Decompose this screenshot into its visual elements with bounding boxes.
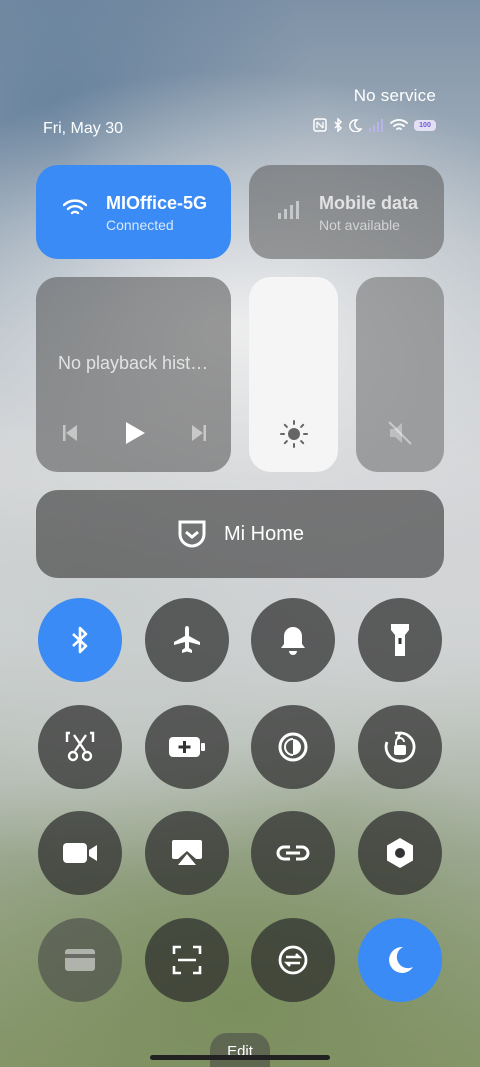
mobile-data-status: Not available: [319, 217, 400, 233]
screenshot-toggle[interactable]: [38, 705, 122, 789]
card-icon: [65, 949, 95, 971]
flashlight-icon: [391, 624, 409, 656]
battery-saver-toggle[interactable]: [145, 705, 229, 789]
mi-home-icon: [178, 520, 206, 548]
mi-home-tile[interactable]: Mi Home: [36, 490, 444, 578]
cast-icon: [172, 840, 202, 865]
scan-icon: [172, 945, 202, 975]
sync-icon: [278, 945, 308, 975]
date-label: Fri, May 30: [43, 120, 124, 137]
mute-icon: [388, 421, 412, 445]
moon-icon: [349, 118, 362, 132]
auto-rotate-toggle[interactable]: [358, 705, 442, 789]
link-icon: [276, 845, 310, 861]
sync-toggle[interactable]: [251, 918, 335, 1002]
battery-icon: 100: [414, 119, 436, 131]
card-toggle[interactable]: [38, 918, 122, 1002]
edit-button[interactable]: Edit: [210, 1033, 270, 1067]
signal-icon: [369, 119, 383, 132]
media-player[interactable]: No playback hist…: [36, 277, 231, 472]
mobile-data-title: Mobile data: [319, 193, 419, 213]
bluetooth-icon: [72, 626, 88, 654]
cast-toggle[interactable]: [145, 811, 229, 895]
battery-plus-icon: [169, 737, 205, 757]
mobile-data-tile[interactable]: Mobile data Not available: [249, 165, 444, 259]
bluetooth-icon: [334, 118, 343, 132]
status-bar-icons: 100: [313, 118, 436, 132]
dark-mode-toggle[interactable]: [358, 918, 442, 1002]
volume-slider[interactable]: [356, 277, 444, 472]
wifi-status: Connected: [106, 217, 174, 233]
rotate-lock-icon: [384, 731, 416, 763]
brightness-slider[interactable]: [249, 277, 338, 472]
bluetooth-toggle[interactable]: [38, 598, 122, 682]
wifi-icon: [390, 119, 408, 130]
airplane-icon: [174, 626, 200, 653]
screen-recorder-toggle[interactable]: [38, 811, 122, 895]
wifi-icon: [63, 199, 87, 215]
link-toggle[interactable]: [251, 811, 335, 895]
mi-home-label: Mi Home: [223, 522, 304, 545]
moon-icon: [389, 946, 413, 973]
scissors-icon: [65, 731, 95, 762]
sound-toggle[interactable]: [251, 598, 335, 682]
next-icon[interactable]: [191, 424, 207, 442]
media-status-text: No playback hist…: [58, 353, 209, 373]
sun-icon: [280, 420, 308, 448]
reading-mode-toggle[interactable]: [251, 705, 335, 789]
home-indicator[interactable]: [150, 1055, 330, 1060]
battery-level: 100: [419, 121, 431, 129]
carrier-status: No service: [353, 86, 436, 105]
play-icon[interactable]: [124, 421, 146, 445]
signal-icon: [278, 201, 299, 219]
wifi-tile[interactable]: MIOffice-5G Connected: [36, 165, 231, 259]
flashlight-toggle[interactable]: [358, 598, 442, 682]
video-camera-icon: [63, 843, 97, 863]
settings-toggle[interactable]: [358, 811, 442, 895]
airplane-mode-toggle[interactable]: [145, 598, 229, 682]
bell-icon: [281, 627, 305, 655]
nfc-icon: [313, 118, 327, 132]
contrast-icon: [278, 732, 308, 762]
wifi-name: MIOffice-5G: [106, 193, 208, 213]
previous-icon[interactable]: [62, 424, 78, 442]
hexagon-nut-icon: [387, 838, 413, 868]
scanner-toggle[interactable]: [145, 918, 229, 1002]
